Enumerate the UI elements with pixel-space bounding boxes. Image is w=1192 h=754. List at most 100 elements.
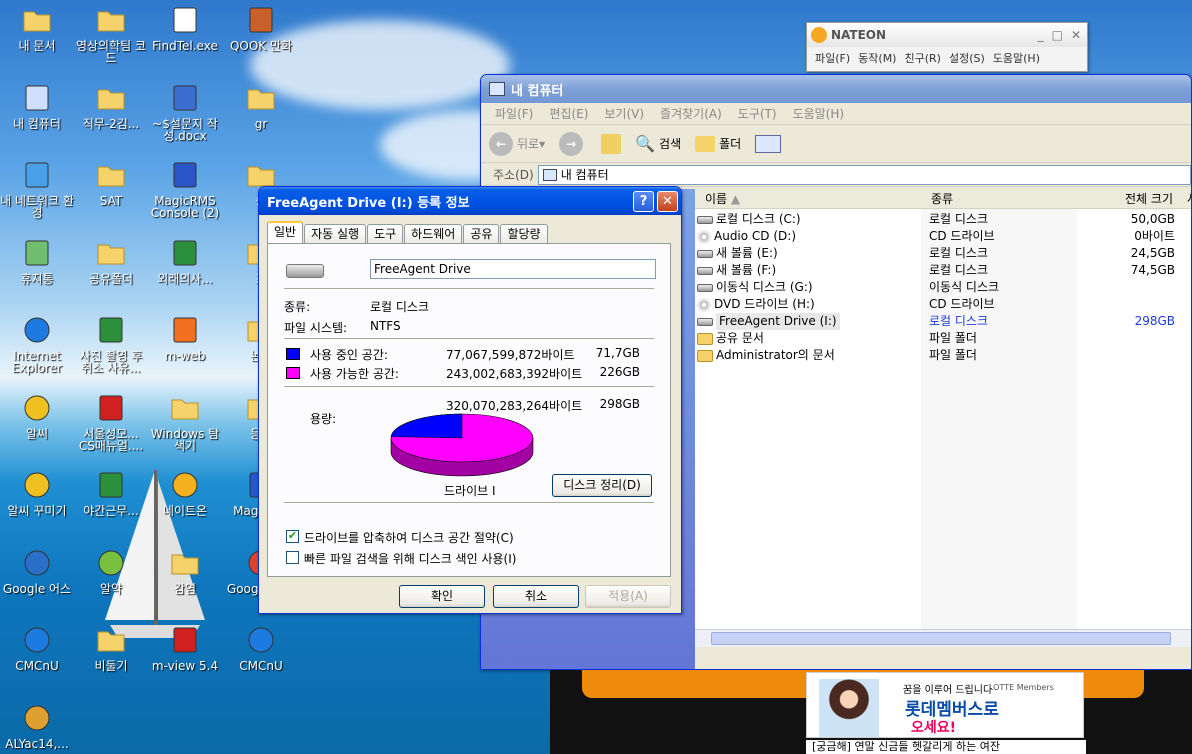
desktop-icon[interactable]: QOOK 만화 bbox=[224, 4, 298, 52]
minimize-icon[interactable]: _ bbox=[1038, 28, 1044, 42]
desktop-icon-label: Google 어스 bbox=[2, 581, 72, 596]
folders-button[interactable]: 폴더 bbox=[695, 135, 741, 152]
file-name-text: Audio CD (D:) bbox=[714, 229, 797, 243]
desktop-icon[interactable]: 직무-2김... bbox=[74, 82, 148, 130]
desktop-icon[interactable]: 네이트온 bbox=[148, 469, 222, 517]
file-list-row[interactable]: 로컬 디스크 (C:) 로컬 디스크 50,0GB bbox=[695, 211, 1191, 228]
used-space-bytes: 77,067,599,872바이트 bbox=[446, 348, 575, 362]
desktop-icon[interactable]: Google 어스 bbox=[0, 547, 74, 595]
close-icon[interactable]: ✕ bbox=[1071, 28, 1081, 42]
news-ticker[interactable]: [궁금해] 연말 신금들 헷갈리게 하는 여잔 bbox=[806, 740, 1086, 754]
nateon-menu-item[interactable]: 파일(F) bbox=[811, 50, 854, 66]
desktop-icon[interactable]: 알약 bbox=[74, 547, 148, 595]
scrollbar-thumb[interactable] bbox=[711, 632, 1171, 645]
search-button[interactable]: 🔍 검색 bbox=[635, 134, 681, 153]
desktop-icon[interactable]: gr bbox=[224, 82, 298, 130]
desktop-icon[interactable]: Internet Explorer bbox=[0, 314, 74, 374]
desktop-icon[interactable]: 영상의학팀 코드 bbox=[74, 4, 148, 64]
file-list-row[interactable]: DVD 드라이브 (H:) CD 드라이브 bbox=[695, 296, 1191, 313]
desktop-icon[interactable]: Windows 탐색기 bbox=[148, 392, 222, 452]
desktop-icon[interactable]: SAT bbox=[74, 159, 148, 207]
back-button[interactable]: ← 뒤로 ▾ bbox=[489, 131, 545, 156]
file-list-row[interactable]: 이동식 디스크 (G:) 이동식 디스크 bbox=[695, 279, 1191, 296]
menu-item[interactable]: 도움말(H) bbox=[785, 105, 853, 122]
file-list-row[interactable]: 새 볼륨 (F:) 로컬 디스크 74,5GB bbox=[695, 262, 1191, 279]
desktop-icon[interactable]: 서울성모... CS매뉴얼.... bbox=[74, 392, 148, 452]
my-computer-titlebar[interactable]: 내 컴퓨터 bbox=[481, 75, 1191, 103]
desktop-icon[interactable]: 알씨 bbox=[0, 392, 74, 440]
sort-arrow-icon: ▲ bbox=[730, 192, 741, 206]
horizontal-scrollbar[interactable] bbox=[695, 629, 1191, 647]
desktop-icon-label: MagicRMS Console (2) bbox=[150, 194, 220, 220]
desktop-icon[interactable]: m-view 5.4 bbox=[148, 624, 222, 672]
tab-4[interactable]: 공유 bbox=[463, 224, 500, 244]
file-list-row[interactable]: 공유 문서 파일 폴더 bbox=[695, 330, 1191, 347]
drive-name-input[interactable]: FreeAgent Drive bbox=[370, 259, 656, 279]
recycle-bin-icon bbox=[21, 237, 53, 269]
desktop-icon[interactable]: 휴지통 bbox=[0, 237, 74, 285]
column-header-name[interactable]: 이름 ▲ bbox=[695, 189, 921, 209]
nateon-menu-item[interactable]: 설정(S) bbox=[945, 50, 989, 66]
dialog-titlebar[interactable]: FreeAgent Drive (I:) 등록 정보 ? ✕ bbox=[259, 187, 681, 215]
desktop-icon[interactable]: 내 네트워크 환경 bbox=[0, 159, 74, 219]
views-button[interactable] bbox=[755, 134, 782, 153]
ok-button[interactable]: 확인 bbox=[399, 585, 485, 608]
lotte-members-ad[interactable]: 꿈을 이루어 드립니다 LOTTE Members 롯데멤버스로 오세요! bbox=[806, 672, 1084, 738]
desktop-icon[interactable]: 감염 bbox=[148, 547, 222, 595]
apply-button[interactable]: 적용(A) bbox=[585, 585, 671, 608]
menu-item[interactable]: 파일(F) bbox=[487, 105, 541, 122]
index-checkbox[interactable] bbox=[286, 551, 299, 564]
file-list-row[interactable]: FreeAgent Drive (I:) 로컬 디스크 298GB bbox=[695, 313, 1191, 330]
column-header-type[interactable]: 종류 bbox=[921, 189, 1077, 209]
desktop-icon[interactable]: 사진 촬영 후 취소 사유... bbox=[74, 314, 148, 374]
desktop-icon[interactable]: 내 컴퓨터 bbox=[0, 82, 74, 130]
tab-5[interactable]: 할당량 bbox=[500, 224, 548, 244]
file-list-row[interactable]: Administrator의 문서 파일 폴더 bbox=[695, 347, 1191, 364]
nateon-menu-item[interactable]: 친구(R) bbox=[900, 50, 944, 66]
menu-item[interactable]: 보기(V) bbox=[596, 105, 652, 122]
maximize-icon[interactable]: □ bbox=[1052, 28, 1063, 42]
column-header-total[interactable]: 전체 크기 bbox=[1077, 189, 1177, 209]
tab-0[interactable]: 일반 bbox=[267, 221, 304, 244]
nateon-menu-item[interactable]: 동작(M) bbox=[854, 50, 900, 66]
desktop-icon[interactable]: CMCnU bbox=[224, 624, 298, 672]
folder-icon bbox=[95, 159, 127, 191]
compress-checkbox[interactable]: ✔ bbox=[286, 530, 299, 543]
close-button[interactable]: ✕ bbox=[657, 190, 678, 212]
hard-drive-icon bbox=[697, 249, 713, 258]
menu-item[interactable]: 편집(E) bbox=[541, 105, 596, 122]
desktop-icon[interactable]: 내 문서 bbox=[0, 4, 74, 52]
desktop-icon[interactable]: 외래의사... bbox=[148, 237, 222, 285]
cancel-button[interactable]: 취소 bbox=[493, 585, 579, 608]
alyac-icon bbox=[95, 547, 127, 579]
drive-properties-dialog[interactable]: FreeAgent Drive (I:) 등록 정보 ? ✕ 일반 자동 실행 도구… bbox=[258, 186, 682, 614]
desktop-icon[interactable]: ALYac14,... bbox=[0, 702, 74, 750]
desktop-icon[interactable]: m-web bbox=[148, 314, 222, 362]
desktop-icon[interactable]: 공유폴더 bbox=[74, 237, 148, 285]
help-button[interactable]: ? bbox=[633, 190, 654, 212]
desktop-icon[interactable]: CMCnU bbox=[0, 624, 74, 672]
tab-3[interactable]: 하드웨어 bbox=[404, 224, 463, 244]
folder-icon bbox=[245, 82, 277, 114]
tab-2[interactable]: 도구 bbox=[367, 224, 404, 244]
desktop-icon[interactable]: 야간근무... bbox=[74, 469, 148, 517]
web-browser-window[interactable]: 꿈을 이루어 드립니다 LOTTE Members 롯데멤버스로 오세요! [궁… bbox=[550, 670, 1192, 754]
nateon-window[interactable]: NATEON _ □ ✕ 파일(F) 동작(M) 친구(R) 설정(S) 도움말(H) bbox=[806, 22, 1088, 72]
desktop-icon[interactable]: 알씨 꾸미기 bbox=[0, 469, 74, 517]
desktop-icon[interactable]: FindTel.exe bbox=[148, 4, 222, 52]
file-list-row[interactable]: 새 볼륨 (E:) 로컬 디스크 24,5GB bbox=[695, 245, 1191, 262]
up-folder-icon[interactable] bbox=[601, 133, 622, 154]
tab-1[interactable]: 자동 실행 bbox=[304, 224, 367, 244]
desktop-icon[interactable]: 비둘기 bbox=[74, 624, 148, 672]
desktop-icon[interactable]: ~$설문지 작성.docx bbox=[148, 82, 222, 142]
nateon-menu-item[interactable]: 도움말(H) bbox=[989, 50, 1044, 66]
file-list-row[interactable]: Audio CD (D:) CD 드라이브 0바이트 bbox=[695, 228, 1191, 245]
disk-cleanup-button[interactable]: 디스크 정리(D) bbox=[552, 474, 652, 497]
address-input[interactable]: 내 컴퓨터 bbox=[537, 164, 1191, 185]
menu-item[interactable]: 도구(T) bbox=[730, 105, 785, 122]
column-header-free[interactable]: 사 bbox=[1177, 189, 1191, 209]
forward-button[interactable]: → bbox=[559, 131, 584, 156]
search-icon: 🔍 bbox=[635, 134, 656, 153]
menu-item[interactable]: 즐겨찾기(A) bbox=[652, 105, 730, 122]
desktop-icon[interactable]: MagicRMS Console (2) bbox=[148, 159, 222, 219]
